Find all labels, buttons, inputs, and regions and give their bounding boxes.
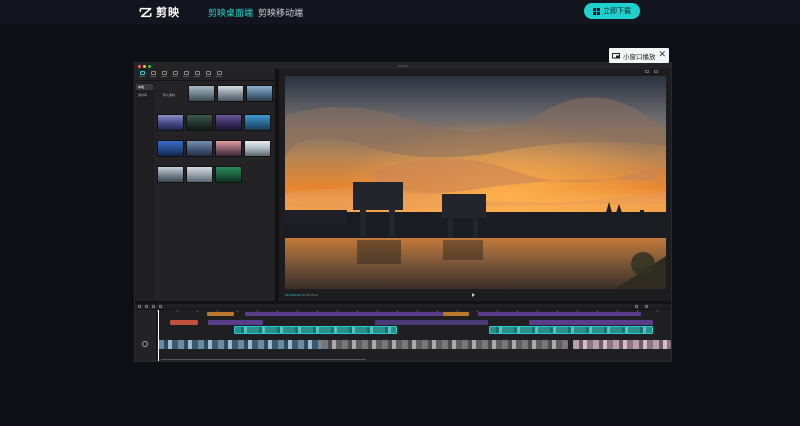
split-icon[interactable] [159, 305, 162, 308]
timeline-clip[interactable] [170, 320, 198, 325]
timeline-scrollbar[interactable] [161, 359, 366, 360]
ruler-tick [237, 310, 238, 312]
media-tool-strip [135, 69, 275, 81]
media-thumbnail[interactable] [217, 85, 244, 102]
redo-icon[interactable] [152, 305, 155, 308]
import-label[interactable]: 导入素材 [163, 93, 175, 97]
monitor-icon [612, 52, 620, 58]
timecode: 00:00:00:00 00:00:26:24 [285, 293, 318, 297]
media-thumbnail[interactable] [215, 140, 242, 157]
adjust-tool[interactable] [215, 71, 223, 79]
category-local[interactable]: 本地 [136, 84, 153, 90]
media-thumbnail[interactable] [157, 140, 184, 157]
windows-icon [593, 7, 600, 15]
page: 剪映 剪映桌面端 剪映移动端 立即下载 CapCut 本地 素材库 导入素材 0… [0, 0, 800, 426]
nav-mobile-link[interactable]: 剪映移动端 [258, 6, 303, 19]
transitions-tool[interactable] [193, 71, 201, 79]
mini-player-button[interactable]: 小窗口播放 ✕ [609, 48, 669, 63]
media-thumbnail[interactable] [157, 166, 184, 183]
timeline-clip[interactable] [375, 320, 488, 325]
filters-tool[interactable] [204, 71, 212, 79]
main-track-clip[interactable] [158, 340, 322, 349]
timeline-clip[interactable] [234, 326, 397, 334]
main-track-clip[interactable] [573, 340, 671, 349]
timecode-total: 00:00:26:24 [301, 293, 318, 297]
mini-player-label: 小窗口播放 [623, 52, 656, 61]
snap-icon[interactable] [635, 305, 638, 308]
media-thumbnail[interactable] [157, 114, 184, 131]
category-library[interactable]: 素材库 [136, 92, 153, 98]
capcut-logo-icon [139, 7, 152, 17]
zoom-icon[interactable] [645, 305, 648, 308]
play-icon[interactable] [472, 293, 475, 297]
editor-window: CapCut 本地 素材库 导入素材 00:00:00:00 00:00:26:… [134, 62, 672, 362]
nav-desktop-link[interactable]: 剪映桌面端 [208, 6, 253, 19]
media-thumbnail[interactable] [186, 166, 213, 183]
media-thumbnail[interactable] [215, 114, 242, 131]
media-thumbnail[interactable] [188, 85, 215, 102]
media-thumbnail[interactable] [215, 166, 242, 183]
sticker-tool[interactable] [171, 71, 179, 79]
media-thumbnail[interactable] [246, 85, 273, 102]
close-icon[interactable]: ✕ [658, 50, 666, 60]
preview-settings-icon[interactable] [645, 70, 649, 73]
preview-header [279, 69, 671, 75]
timeline-clip[interactable] [208, 320, 263, 325]
audio-tool[interactable] [149, 71, 157, 79]
ruler-tick [197, 310, 198, 312]
top-navigation: 剪映 剪映桌面端 剪映移动端 立即下载 [0, 0, 800, 24]
media-categories: 本地 素材库 [135, 82, 154, 301]
brand-logo[interactable]: 剪映 [139, 4, 180, 20]
sunset-cityscape-image [285, 76, 666, 289]
timeline-clip[interactable] [245, 312, 443, 316]
undo-icon[interactable] [145, 305, 148, 308]
preview-ratio-icon[interactable] [654, 70, 658, 73]
text-tool[interactable] [160, 71, 168, 79]
ruler-tick [657, 310, 658, 312]
track-headers [135, 310, 157, 361]
brand-name: 剪映 [156, 6, 180, 19]
media-panel: 本地 素材库 导入素材 [135, 69, 275, 301]
media-thumbnails: 导入素材 [154, 82, 275, 301]
preview-controls: 00:00:00:00 00:00:26:24 [279, 291, 671, 301]
media-thumbnail[interactable] [244, 140, 271, 157]
timecode-current: 00:00:00:00 [285, 293, 301, 297]
main-track-clip[interactable] [322, 340, 568, 349]
video-preview[interactable] [285, 76, 666, 289]
media-thumbnail[interactable] [186, 140, 213, 157]
preview-panel: 00:00:00:00 00:00:26:24 [279, 69, 671, 301]
playhead[interactable] [158, 310, 159, 361]
timeline-clip[interactable] [489, 326, 653, 334]
media-tool[interactable] [138, 71, 146, 79]
timeline-clip[interactable] [443, 312, 469, 316]
track-lock-icon[interactable] [142, 341, 148, 347]
media-thumbnail[interactable] [186, 114, 213, 131]
ruler-tick [177, 310, 178, 312]
select-tool-icon[interactable] [138, 305, 141, 308]
effects-tool[interactable] [182, 71, 190, 79]
timeline-panel [135, 304, 671, 361]
download-button[interactable]: 立即下载 [584, 3, 640, 19]
timeline-clip[interactable] [478, 312, 641, 316]
download-label: 立即下载 [603, 7, 631, 15]
timeline-clip[interactable] [207, 312, 234, 316]
timeline-clip[interactable] [529, 320, 653, 325]
media-thumbnail[interactable] [244, 114, 271, 131]
